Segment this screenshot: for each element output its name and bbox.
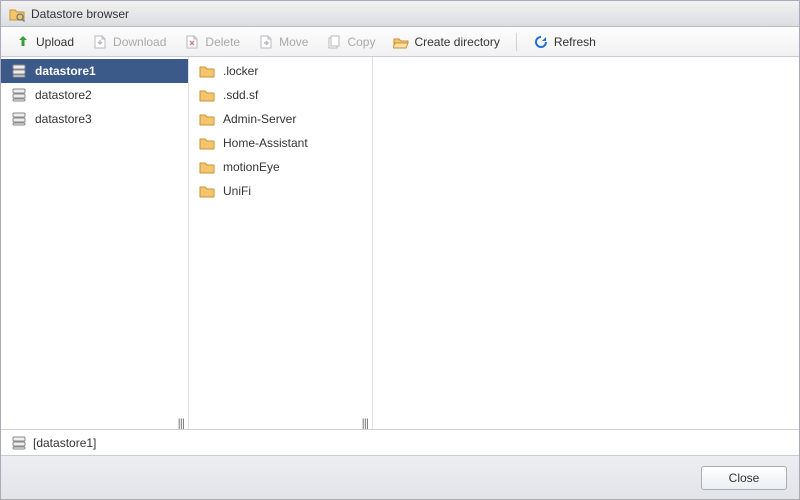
datastore-browser-icon [9, 6, 25, 22]
folder-icon [199, 63, 215, 79]
download-icon [92, 34, 108, 50]
folder-item[interactable]: .sdd.sf [189, 83, 372, 107]
move-button[interactable]: Move [250, 31, 316, 53]
refresh-label: Refresh [554, 35, 596, 49]
download-button[interactable]: Download [84, 31, 174, 53]
folder-item-label: .sdd.sf [223, 88, 258, 102]
content-area: datastore1 datastore2 datastore3 ||| .lock… [1, 57, 799, 429]
refresh-icon [533, 34, 549, 50]
toolbar-separator [516, 33, 517, 51]
folder-icon [199, 111, 215, 127]
upload-icon [15, 34, 31, 50]
copy-button[interactable]: Copy [318, 31, 383, 53]
datastore-browser-window: Datastore browser Upload Download Delete… [0, 0, 800, 500]
folder-item-label: .locker [223, 64, 258, 78]
datastore-icon [11, 63, 27, 79]
folder-item[interactable]: Home-Assistant [189, 131, 372, 155]
folder-icon [199, 135, 215, 151]
datastore-item-label: datastore2 [35, 88, 92, 102]
delete-icon [184, 34, 200, 50]
column-resize-handle[interactable]: ||| [1, 417, 188, 429]
datastore-item[interactable]: datastore1 [1, 59, 188, 83]
folder-item-label: Home-Assistant [223, 136, 308, 150]
datastore-item[interactable]: datastore2 [1, 83, 188, 107]
toolbar: Upload Download Delete Move Copy Create … [1, 27, 799, 57]
delete-label: Delete [205, 35, 240, 49]
datastore-item-label: datastore3 [35, 112, 92, 126]
copy-label: Copy [347, 35, 375, 49]
window-title: Datastore browser [31, 7, 129, 21]
folder-pane: .locker .sdd.sf Admin-Server Home-Assistant… [189, 57, 373, 429]
column-resize-handle[interactable]: ||| [189, 417, 372, 429]
upload-button[interactable]: Upload [7, 31, 82, 53]
move-icon [258, 34, 274, 50]
folder-item-label: Admin-Server [223, 112, 296, 126]
folder-item-label: motionEye [223, 160, 280, 174]
folder-item[interactable]: motionEye [189, 155, 372, 179]
details-pane [373, 57, 799, 429]
datastore-icon [11, 435, 27, 451]
copy-icon [326, 34, 342, 50]
status-path: [datastore1] [33, 436, 96, 450]
folder-icon [199, 87, 215, 103]
dialog-footer: Close [1, 455, 799, 499]
datastore-item[interactable]: datastore3 [1, 107, 188, 131]
datastore-icon [11, 87, 27, 103]
folder-item[interactable]: UniFi [189, 179, 372, 203]
refresh-button[interactable]: Refresh [525, 31, 604, 53]
create-directory-button[interactable]: Create directory [385, 31, 507, 53]
datastore-list: datastore1 datastore2 datastore3 [1, 57, 188, 417]
close-button[interactable]: Close [701, 466, 787, 490]
create-directory-label: Create directory [414, 35, 499, 49]
datastore-icon [11, 111, 27, 127]
folder-list: .locker .sdd.sf Admin-Server Home-Assistant… [189, 57, 372, 417]
folder-item[interactable]: .locker [189, 59, 372, 83]
folder-icon [199, 159, 215, 175]
folder-icon [199, 183, 215, 199]
datastore-item-label: datastore1 [35, 64, 96, 78]
datastore-pane: datastore1 datastore2 datastore3 ||| [1, 57, 189, 429]
download-label: Download [113, 35, 166, 49]
delete-button[interactable]: Delete [176, 31, 248, 53]
folder-item[interactable]: Admin-Server [189, 107, 372, 131]
upload-label: Upload [36, 35, 74, 49]
status-bar: [datastore1] [1, 429, 799, 455]
folder-open-icon [393, 34, 409, 50]
move-label: Move [279, 35, 308, 49]
title-bar: Datastore browser [1, 1, 799, 27]
folder-item-label: UniFi [223, 184, 251, 198]
